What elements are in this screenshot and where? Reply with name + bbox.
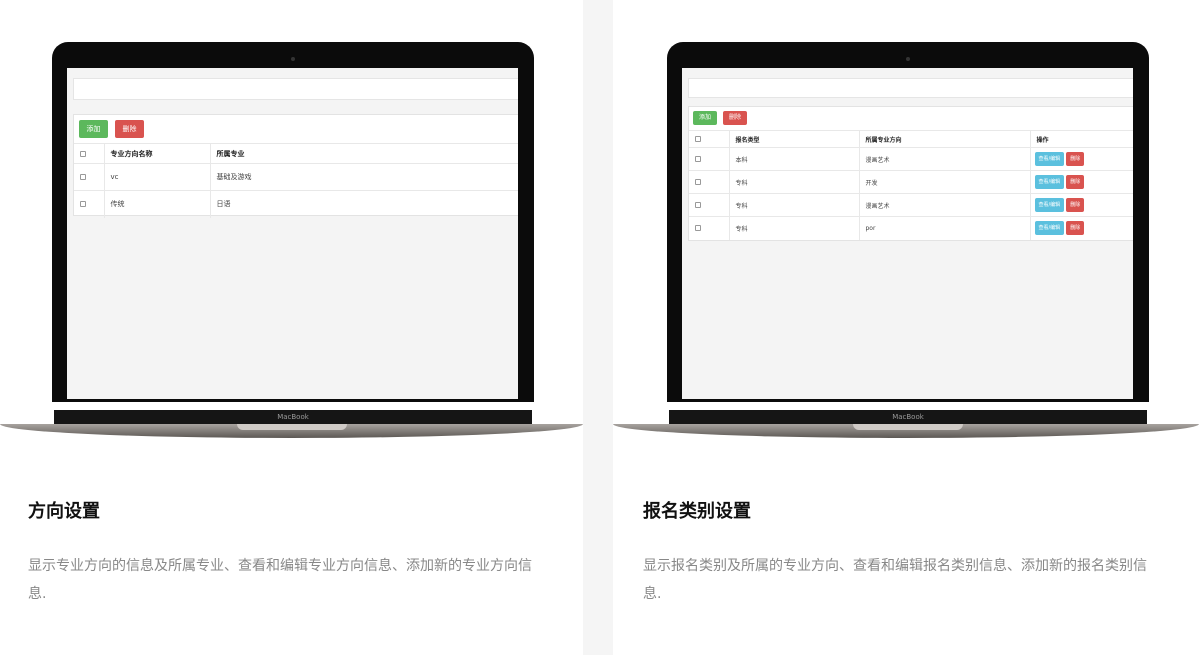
feature-card-direction: 添加 删除 专业方向名称 所属专业 vc 基础及游戏 传统 日语 MacBook…	[0, 0, 583, 655]
row-checkbox[interactable]	[695, 179, 701, 185]
add-button[interactable]: 添加	[79, 120, 108, 138]
table-header-row: 专业方向名称 所属专业	[74, 143, 518, 164]
row-checkbox[interactable]	[80, 174, 86, 180]
feature-description: 显示专业方向的信息及所属专业、查看和编辑专业方向信息、添加新的专业方向信息.	[28, 558, 532, 602]
table-row[interactable]: 专科 漫画艺术 查看/编辑 删除	[689, 193, 1133, 217]
cell-direction-name: vc	[104, 163, 211, 191]
table-row[interactable]: 本科 漫画艺术 查看/编辑 删除	[689, 147, 1133, 171]
cell-direction: 漫画艺术	[859, 193, 1031, 217]
cell-direction-name: 传统	[104, 190, 211, 218]
row-delete-button[interactable]: 删除	[1066, 221, 1085, 236]
cell-major: 基础及游戏	[210, 163, 518, 191]
column-header-major: 所属专业	[210, 143, 518, 164]
direction-table: 专业方向名称 所属专业 vc 基础及游戏 传统 日语	[74, 143, 518, 218]
feature-card-enroll-type: 添加 删除 报名类型 所属专业方向 操作 本科 漫画艺术 查看/编辑 删除 专科…	[613, 0, 1199, 655]
enroll-type-table: 报名类型 所属专业方向 操作 本科 漫画艺术 查看/编辑 删除 专科 开发 查看…	[689, 130, 1133, 240]
select-all-checkbox[interactable]	[695, 136, 701, 142]
row-checkbox[interactable]	[695, 156, 701, 162]
cell-direction: por	[859, 216, 1031, 240]
search-bar[interactable]	[73, 78, 518, 100]
cell-enroll-type: 本科	[729, 147, 860, 171]
row-checkbox[interactable]	[695, 202, 701, 208]
cell-major: 日语	[210, 190, 518, 218]
enroll-type-panel: 添加 删除 报名类型 所属专业方向 操作 本科 漫画艺术 查看/编辑 删除 专科…	[688, 106, 1133, 241]
laptop-screen: 添加 删除 专业方向名称 所属专业 vc 基础及游戏 传统 日语	[67, 68, 518, 399]
row-checkbox[interactable]	[80, 201, 86, 208]
row-delete-button[interactable]: 删除	[1066, 175, 1085, 189]
cell-enroll-type: 专科	[729, 216, 860, 240]
laptop-notch	[853, 424, 963, 430]
feature-title: 方向设置	[28, 501, 100, 522]
laptop-notch	[237, 424, 347, 430]
select-all-checkbox[interactable]	[80, 150, 86, 157]
table-row[interactable]: 传统 日语	[74, 190, 518, 218]
direction-panel: 添加 删除 专业方向名称 所属专业 vc 基础及游戏 传统 日语	[73, 114, 518, 218]
laptop-frame: 添加 删除 专业方向名称 所属专业 vc 基础及游戏 传统 日语	[52, 42, 534, 402]
cell-direction: 漫画艺术	[859, 147, 1031, 171]
camera-icon	[291, 57, 295, 61]
table-row[interactable]: 专科 por 查看/编辑 删除	[689, 216, 1133, 240]
view-edit-button[interactable]: 查看/编辑	[1034, 175, 1065, 189]
search-bar[interactable]	[688, 78, 1133, 98]
delete-button[interactable]: 删除	[723, 111, 747, 125]
laptop-frame: 添加 删除 报名类型 所属专业方向 操作 本科 漫画艺术 查看/编辑 删除 专科…	[667, 42, 1149, 402]
feature-description: 显示报名类别及所属的专业方向、查看和编辑报名类别信息、添加新的报名类别信息.	[643, 558, 1147, 602]
column-header-enroll-type: 报名类型	[729, 130, 860, 148]
cell-enroll-type: 专科	[729, 193, 860, 217]
row-delete-button[interactable]: 删除	[1066, 198, 1085, 212]
laptop-brand: MacBook	[669, 410, 1147, 424]
delete-button[interactable]: 删除	[115, 120, 144, 138]
feature-title: 报名类别设置	[643, 501, 751, 522]
camera-icon	[906, 57, 910, 61]
column-header-direction-name: 专业方向名称	[104, 143, 211, 164]
view-edit-button[interactable]: 查看/编辑	[1034, 198, 1065, 212]
cell-enroll-type: 专科	[729, 170, 860, 194]
laptop-brand: MacBook	[54, 410, 532, 424]
view-edit-button[interactable]: 查看/编辑	[1034, 152, 1065, 166]
table-row[interactable]: 专科 开发 查看/编辑 删除	[689, 170, 1133, 194]
column-header-actions: 操作	[1030, 130, 1133, 148]
row-delete-button[interactable]: 删除	[1066, 152, 1085, 166]
column-header-direction: 所属专业方向	[859, 130, 1031, 148]
add-button[interactable]: 添加	[693, 111, 717, 125]
view-edit-button[interactable]: 查看/编辑	[1034, 221, 1065, 236]
table-header-row: 报名类型 所属专业方向 操作	[689, 130, 1133, 148]
cell-direction: 开发	[859, 170, 1031, 194]
table-row[interactable]: vc 基础及游戏	[74, 163, 518, 191]
row-checkbox[interactable]	[695, 225, 701, 232]
laptop-screen: 添加 删除 报名类型 所属专业方向 操作 本科 漫画艺术 查看/编辑 删除 专科…	[682, 68, 1133, 399]
